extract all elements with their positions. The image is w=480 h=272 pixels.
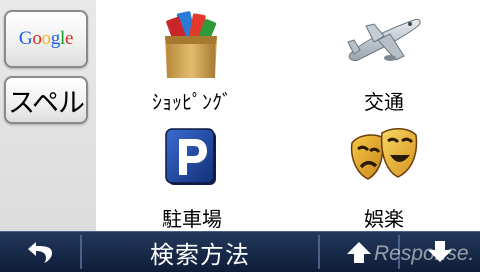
spell-button[interactable]: スペル [4,76,88,124]
bottom-bar: 検索方法 [0,231,480,272]
parking-icon [165,128,216,185]
airplane-icon [347,19,421,61]
category-label: 駐車場 [162,207,222,231]
search-method-title: 検索方法 [82,232,318,272]
google-logo: Google [19,28,73,50]
google-logo-letter: o [32,28,42,49]
google-logo-letter: o [41,28,52,49]
down-arrow-icon [428,241,452,262]
scroll-up-button[interactable] [320,232,398,272]
google-logo-letter: G [18,28,33,49]
google-search-button[interactable]: Google [4,10,88,68]
up-arrow-icon [347,242,371,263]
category-transport[interactable]: 交通 [288,0,480,115]
google-logo-letter: g [50,28,61,49]
google-logo-letter: e [64,28,74,49]
back-button[interactable] [0,232,80,272]
category-grid: ｼｮｯﾋﾟﾝｸﾞ 交通 駐車場 娯楽 [96,0,480,231]
category-label: 娯楽 [364,207,404,231]
sidebar: Google スペル [0,0,96,231]
category-entertainment[interactable]: 娯楽 [288,115,480,231]
category-shopping[interactable]: ｼｮｯﾋﾟﾝｸﾞ [96,0,288,115]
spell-button-label: スペル [7,87,85,119]
theater-masks-icon [350,128,418,180]
bottom-bar-title: 検索方法 [150,240,250,269]
category-label: ｼｮｯﾋﾟﾝｸﾞ [152,90,232,114]
scroll-down-button[interactable] [400,232,480,272]
back-arrow-icon [28,242,52,263]
category-parking[interactable]: 駐車場 [96,115,288,231]
category-label: 交通 [364,90,404,114]
shopping-bag-icon [165,11,217,78]
